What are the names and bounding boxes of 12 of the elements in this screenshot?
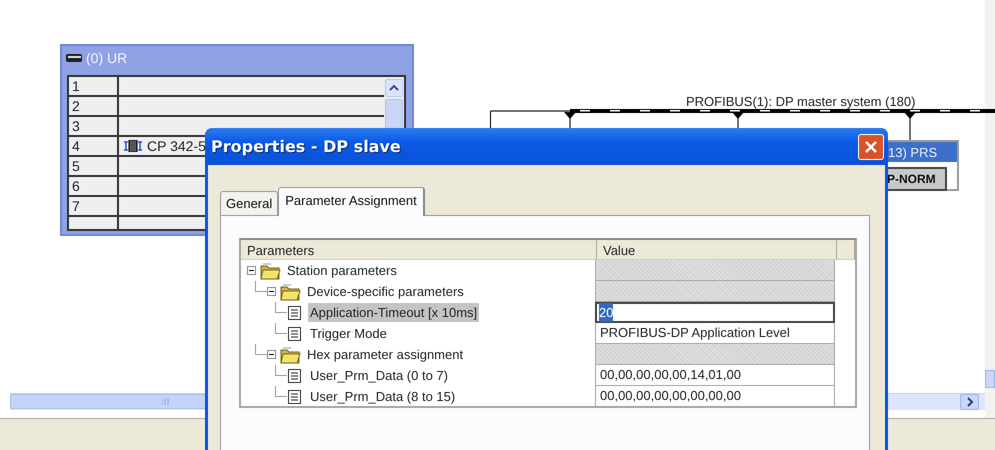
slot-number: 2 — [69, 97, 119, 115]
slot-number: 3 — [69, 117, 119, 135]
slot-number: 4 — [69, 137, 119, 155]
slot-number: 5 — [69, 157, 119, 175]
node-title: 13) PRS — [885, 142, 957, 162]
slot-number: 1 — [69, 77, 119, 95]
slot-number: 6 — [69, 177, 119, 195]
slot-number: 7 — [69, 197, 119, 215]
network-label: PROFIBUS(1): DP master system (180) — [686, 93, 916, 111]
window-title: Properties - DP slave — [211, 136, 401, 158]
module-name: CP 342-5 — [147, 136, 206, 156]
window-title: (0) UR — [86, 48, 128, 68]
